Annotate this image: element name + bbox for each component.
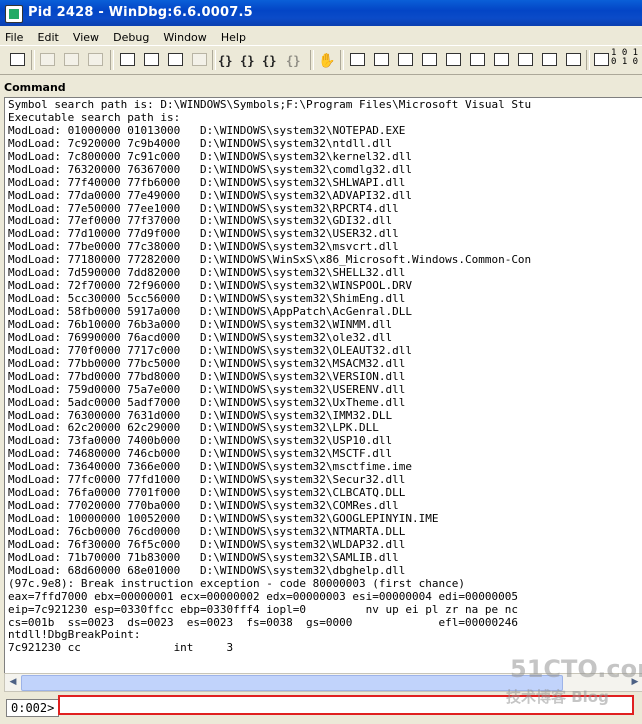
output-line: Symbol search path is: D:\WINDOWS\Symbol… — [8, 98, 532, 111]
source-mode-icon[interactable] — [564, 50, 582, 68]
output-line: eip=7c921230 esp=0330ffcc ebp=0330fff4 i… — [8, 602, 518, 616]
command-input-row: 0:002> — [0, 693, 642, 719]
output-line: ModLoad: 58fb0000 5917a000 D:\WINDOWS\Ap… — [8, 305, 412, 318]
copy-icon[interactable] — [62, 50, 80, 68]
hex-display-button[interactable]: 1 0 1 0 1 0 — [611, 49, 638, 67]
output-line: ModLoad: 5adc0000 5adf7000 D:\WINDOWS\sy… — [8, 395, 406, 409]
scrollbar-thumb[interactable] — [21, 675, 563, 691]
scroll-left-icon[interactable]: ◀ — [6, 676, 20, 689]
stop-debugging-icon[interactable] — [166, 50, 184, 68]
output-line: ModLoad: 10000000 10052000 D:\WINDOWS\sy… — [8, 512, 439, 525]
command-window-icon[interactable] — [348, 50, 366, 68]
toolbar-separator — [340, 50, 344, 70]
output-line: ModLoad: 76f30000 76f5c000 D:\WINDOWS\sy… — [8, 537, 406, 551]
scroll-right-icon[interactable]: ▶ — [628, 676, 642, 689]
break-icon[interactable] — [190, 50, 208, 68]
call-stack-window-icon[interactable] — [468, 50, 486, 68]
command-output[interactable]: Symbol search path is: D:\WINDOWS\Symbol… — [4, 97, 642, 674]
run-to-cursor-icon[interactable] — [286, 50, 304, 68]
registers-window-icon[interactable] — [420, 50, 438, 68]
go-icon[interactable] — [118, 50, 136, 68]
title-bar: Pid 2428 - WinDbg:6.6.0007.5 — [0, 0, 642, 26]
output-line: ModLoad: 76b10000 76b3a000 D:\WINDOWS\sy… — [8, 317, 393, 331]
step-out-icon[interactable] — [262, 50, 280, 68]
toolbar-separator — [586, 50, 590, 70]
menu-bar: File Edit View Debug Window Help — [0, 26, 642, 45]
windbg-app-icon[interactable] — [5, 5, 23, 23]
cut-icon[interactable] — [38, 50, 56, 68]
output-line: ModLoad: 71b70000 71b83000 D:\WINDOWS\sy… — [8, 550, 399, 564]
output-line: Executable search path is: — [8, 110, 181, 124]
toolbar: 1 0 1 0 1 0 — [0, 45, 642, 75]
output-line: ModLoad: 01000000 01013000 D:\WINDOWS\sy… — [8, 123, 406, 137]
output-line: ModLoad: 76990000 76acd000 D:\WINDOWS\sy… — [8, 330, 393, 344]
output-line: ModLoad: 770f0000 7717c000 D:\WINDOWS\sy… — [8, 343, 412, 357]
paste-icon[interactable] — [86, 50, 104, 68]
window-title: Pid 2428 - WinDbg:6.6.0007.5 — [28, 5, 253, 20]
command-window-title: Command — [4, 81, 66, 94]
command-prompt: 0:002> — [6, 699, 60, 717]
output-line: 7c921230 cc int 3 — [8, 641, 234, 655]
open-source-file-icon[interactable] — [8, 50, 26, 68]
processes-threads-icon[interactable] — [540, 50, 558, 68]
breakpoint-hand-icon[interactable] — [318, 50, 336, 68]
locals-window-icon[interactable] — [396, 50, 414, 68]
output-line: eax=7ffd7000 ebx=00000001 ecx=00000002 e… — [8, 589, 518, 603]
step-into-icon[interactable] — [218, 50, 236, 68]
hex-label-line2: 0 1 0 — [611, 57, 639, 67]
output-line: ModLoad: 76cb0000 76cd0000 D:\WINDOWS\sy… — [8, 524, 406, 538]
output-line: ModLoad: 759d0000 75a7e000 D:\WINDOWS\sy… — [8, 382, 406, 396]
output-line: ModLoad: 77f40000 77fb6000 D:\WINDOWS\sy… — [8, 175, 406, 189]
command-output-lines: Symbol search path is: D:\WINDOWS\Symbol… — [8, 98, 532, 655]
output-line: ModLoad: 7c920000 7c9b4000 D:\WINDOWS\sy… — [8, 136, 393, 150]
disassembly-window-icon[interactable] — [492, 50, 510, 68]
step-over-icon[interactable] — [240, 50, 258, 68]
toolbar-separator — [212, 50, 216, 70]
output-line: ModLoad: 7c800000 7c91c000 D:\WINDOWS\sy… — [8, 149, 412, 163]
output-line: (97c.9e8): Break instruction exception -… — [8, 576, 465, 590]
output-line: ModLoad: 68d60000 68e01000 D:\WINDOWS\sy… — [8, 563, 406, 577]
toolbar-separator — [310, 50, 314, 70]
watch-window-icon[interactable] — [372, 50, 390, 68]
toolbar-separator — [31, 50, 35, 70]
horizontal-scrollbar[interactable]: ◀ ▶ — [4, 673, 642, 692]
command-window: Command Symbol search path is: D:\WINDOW… — [0, 78, 642, 720]
scratch-pad-icon[interactable] — [516, 50, 534, 68]
output-line: ModLoad: 77bb0000 77bc5000 D:\WINDOWS\sy… — [8, 356, 406, 370]
output-line: ModLoad: 76320000 76367000 D:\WINDOWS\sy… — [8, 162, 412, 176]
output-line: ModLoad: 77da0000 77e49000 D:\WINDOWS\sy… — [8, 188, 412, 202]
output-line: ModLoad: 77bd0000 77bd8000 D:\WINDOWS\sy… — [8, 369, 406, 383]
command-input[interactable] — [58, 695, 634, 715]
restart-icon[interactable] — [142, 50, 160, 68]
memory-window-icon[interactable] — [444, 50, 462, 68]
toolbar-separator — [110, 50, 114, 70]
font-icon[interactable] — [592, 50, 610, 68]
